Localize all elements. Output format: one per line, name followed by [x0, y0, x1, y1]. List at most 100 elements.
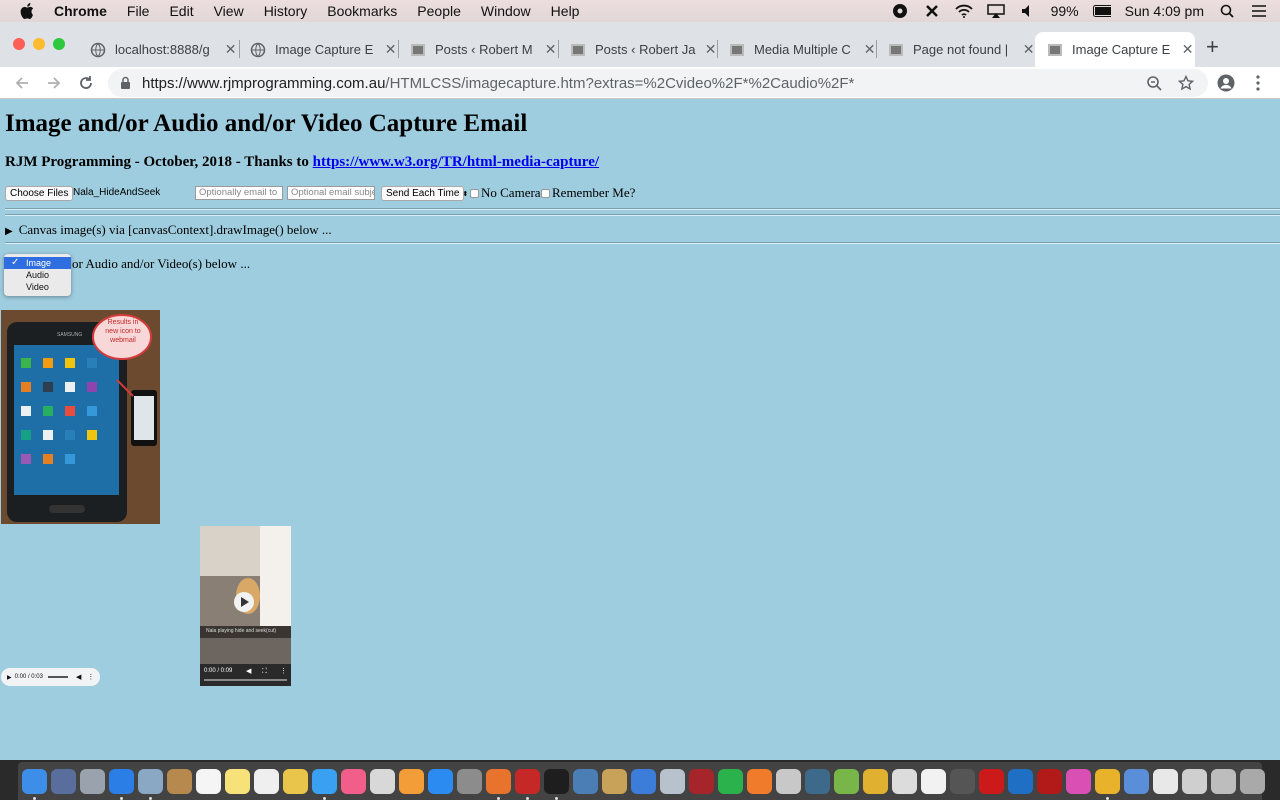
audio-volume-icon[interactable]: ◀	[76, 673, 81, 681]
tab-close-icon[interactable]: ✕	[543, 41, 558, 58]
option-image[interactable]: ✓ Image	[4, 257, 71, 269]
tab-close-icon[interactable]: ✕	[223, 41, 238, 58]
apple-menu-icon[interactable]	[20, 2, 38, 20]
address-bar[interactable]: https://www.rjmprogramming.com.au/HTMLCS…	[108, 69, 1208, 97]
notes-icon[interactable]	[225, 768, 250, 794]
menu-app-name[interactable]: Chrome	[54, 3, 107, 19]
color-app-icon[interactable]	[1066, 768, 1091, 794]
url-text[interactable]: https://www.rjmprogramming.com.au/HTMLCS…	[142, 75, 854, 92]
airplay-icon[interactable]	[986, 3, 1005, 19]
tab-page-not-found[interactable]: Page not found | ✕	[876, 32, 1036, 67]
tab-close-icon[interactable]: ✕	[1180, 41, 1195, 58]
tab-image-capture-active[interactable]: Image Capture E ✕	[1035, 32, 1195, 67]
media-details-summary[interactable]: or Audio and/or Video(s) below ...	[72, 256, 250, 272]
utility-icon[interactable]	[892, 768, 917, 794]
menu-view[interactable]: View	[214, 3, 244, 19]
menubar-clock[interactable]: Sun 4:09 pm	[1125, 3, 1204, 19]
video-fullscreen-icon[interactable]: ⛶	[262, 667, 267, 676]
documents-folder-icon[interactable]	[1182, 768, 1207, 794]
menu-window[interactable]: Window	[481, 3, 531, 19]
facetime-icon[interactable]	[718, 768, 743, 794]
wifi-icon[interactable]	[954, 3, 973, 19]
volume-icon[interactable]	[1019, 3, 1037, 19]
finder-icon[interactable]	[22, 768, 47, 800]
xcode-icon[interactable]	[631, 768, 656, 794]
vlc-icon[interactable]	[747, 768, 772, 794]
video-player[interactable]: Nala playing hide and seek(cut) 0:00 / 0…	[200, 526, 291, 686]
scanner-icon[interactable]	[660, 768, 685, 794]
tab-media-multiple[interactable]: Media Multiple C ✕	[717, 32, 877, 67]
new-tab-button[interactable]: +	[1206, 34, 1219, 60]
w3c-spec-link[interactable]: https://www.w3.org/TR/html-media-capture…	[313, 154, 599, 170]
tools-icon[interactable]	[776, 768, 801, 794]
audio-progress-slider[interactable]	[47, 676, 68, 678]
acrobat-icon[interactable]	[1037, 768, 1062, 794]
forward-button[interactable]	[44, 73, 64, 93]
tab-close-icon[interactable]: ✕	[383, 41, 398, 58]
tab-posts-robert-m[interactable]: Posts ‹ Robert M ✕	[398, 32, 558, 67]
music-status-icon[interactable]	[891, 3, 909, 19]
downloads-folder-icon[interactable]	[1153, 768, 1178, 794]
canvas-details-summary[interactable]: ▶ Canvas image(s) via [canvasContext].dra…	[5, 222, 332, 238]
tab-close-icon[interactable]: ✕	[703, 41, 718, 58]
audio-more-icon[interactable]: ⋮	[87, 673, 94, 681]
system-preferences-icon[interactable]	[457, 768, 482, 794]
filezilla-icon[interactable]	[515, 768, 540, 800]
reminders-icon[interactable]	[254, 768, 279, 794]
menu-edit[interactable]: Edit	[169, 3, 193, 19]
no-camera-checkbox[interactable]	[470, 189, 479, 198]
email-to-input[interactable]: Optionally email to	[195, 186, 283, 200]
window-zoom-button[interactable]	[53, 38, 65, 50]
tab-localhost[interactable]: localhost:8888/g ✕	[78, 32, 238, 67]
video-more-icon[interactable]: ⋮	[280, 667, 287, 675]
menu-history[interactable]: History	[264, 3, 308, 19]
send-mode-select[interactable]: Send Each Time ⬍	[381, 186, 468, 201]
spotlight-search-icon[interactable]	[1218, 3, 1236, 19]
video-volume-icon[interactable]: ◀	[246, 667, 251, 675]
script-icon[interactable]	[602, 768, 627, 794]
bookmark-star-icon[interactable]	[1176, 73, 1196, 93]
lock-icon[interactable]	[120, 76, 131, 95]
window-minimize-button[interactable]	[33, 38, 45, 50]
safari-icon[interactable]	[109, 768, 134, 800]
chrome-icon[interactable]	[1095, 768, 1120, 800]
option-video[interactable]: Video	[4, 281, 71, 293]
media-type-dropdown[interactable]: ✓ Image Audio Video	[4, 254, 71, 296]
tools-status-icon[interactable]	[923, 3, 941, 19]
itunes-icon[interactable]	[341, 768, 366, 794]
preview-icon[interactable]	[370, 768, 395, 794]
document-icon[interactable]	[921, 768, 946, 794]
script-editor-icon[interactable]	[1124, 768, 1149, 794]
messages-icon[interactable]	[312, 768, 337, 800]
siri-icon[interactable]	[51, 768, 76, 794]
android-studio-icon[interactable]	[834, 768, 859, 794]
back-button[interactable]	[12, 73, 32, 93]
trash-icon[interactable]	[1240, 768, 1265, 794]
quicktime-icon[interactable]	[805, 768, 830, 794]
audio-player[interactable]: ▶ 0:00 / 0:03 ◀ ⋮	[1, 668, 100, 686]
menu-people[interactable]: People	[417, 3, 461, 19]
option-audio[interactable]: Audio	[4, 269, 71, 281]
tab-image-capture-1[interactable]: Image Capture E ✕	[238, 32, 398, 67]
vscode-icon[interactable]	[1008, 768, 1033, 794]
window-close-button[interactable]	[13, 38, 25, 50]
textwrangler-icon[interactable]	[573, 768, 598, 794]
app-store-icon[interactable]	[428, 768, 453, 794]
photos-icon[interactable]	[283, 768, 308, 794]
launchpad-icon[interactable]	[80, 768, 105, 794]
mail-icon[interactable]	[138, 768, 163, 800]
tab-posts-robert-ja[interactable]: Posts ‹ Robert Ja ✕	[558, 32, 718, 67]
zoom-icon[interactable]	[1144, 73, 1164, 93]
gimp-icon[interactable]	[950, 768, 975, 794]
email-subject-input[interactable]: Optional email subjec	[287, 186, 375, 200]
tab-close-icon[interactable]: ✕	[1021, 41, 1036, 58]
contacts-icon[interactable]	[167, 768, 192, 794]
chrome-menu-icon[interactable]	[1248, 73, 1268, 93]
calendar-icon[interactable]	[196, 768, 221, 794]
firefox-icon[interactable]	[486, 768, 511, 800]
audio-play-icon[interactable]: ▶	[7, 674, 12, 681]
opera-icon[interactable]	[979, 768, 1004, 794]
photo-booth-icon[interactable]	[689, 768, 714, 794]
menu-bookmarks[interactable]: Bookmarks	[327, 3, 397, 19]
menu-file[interactable]: File	[127, 3, 150, 19]
